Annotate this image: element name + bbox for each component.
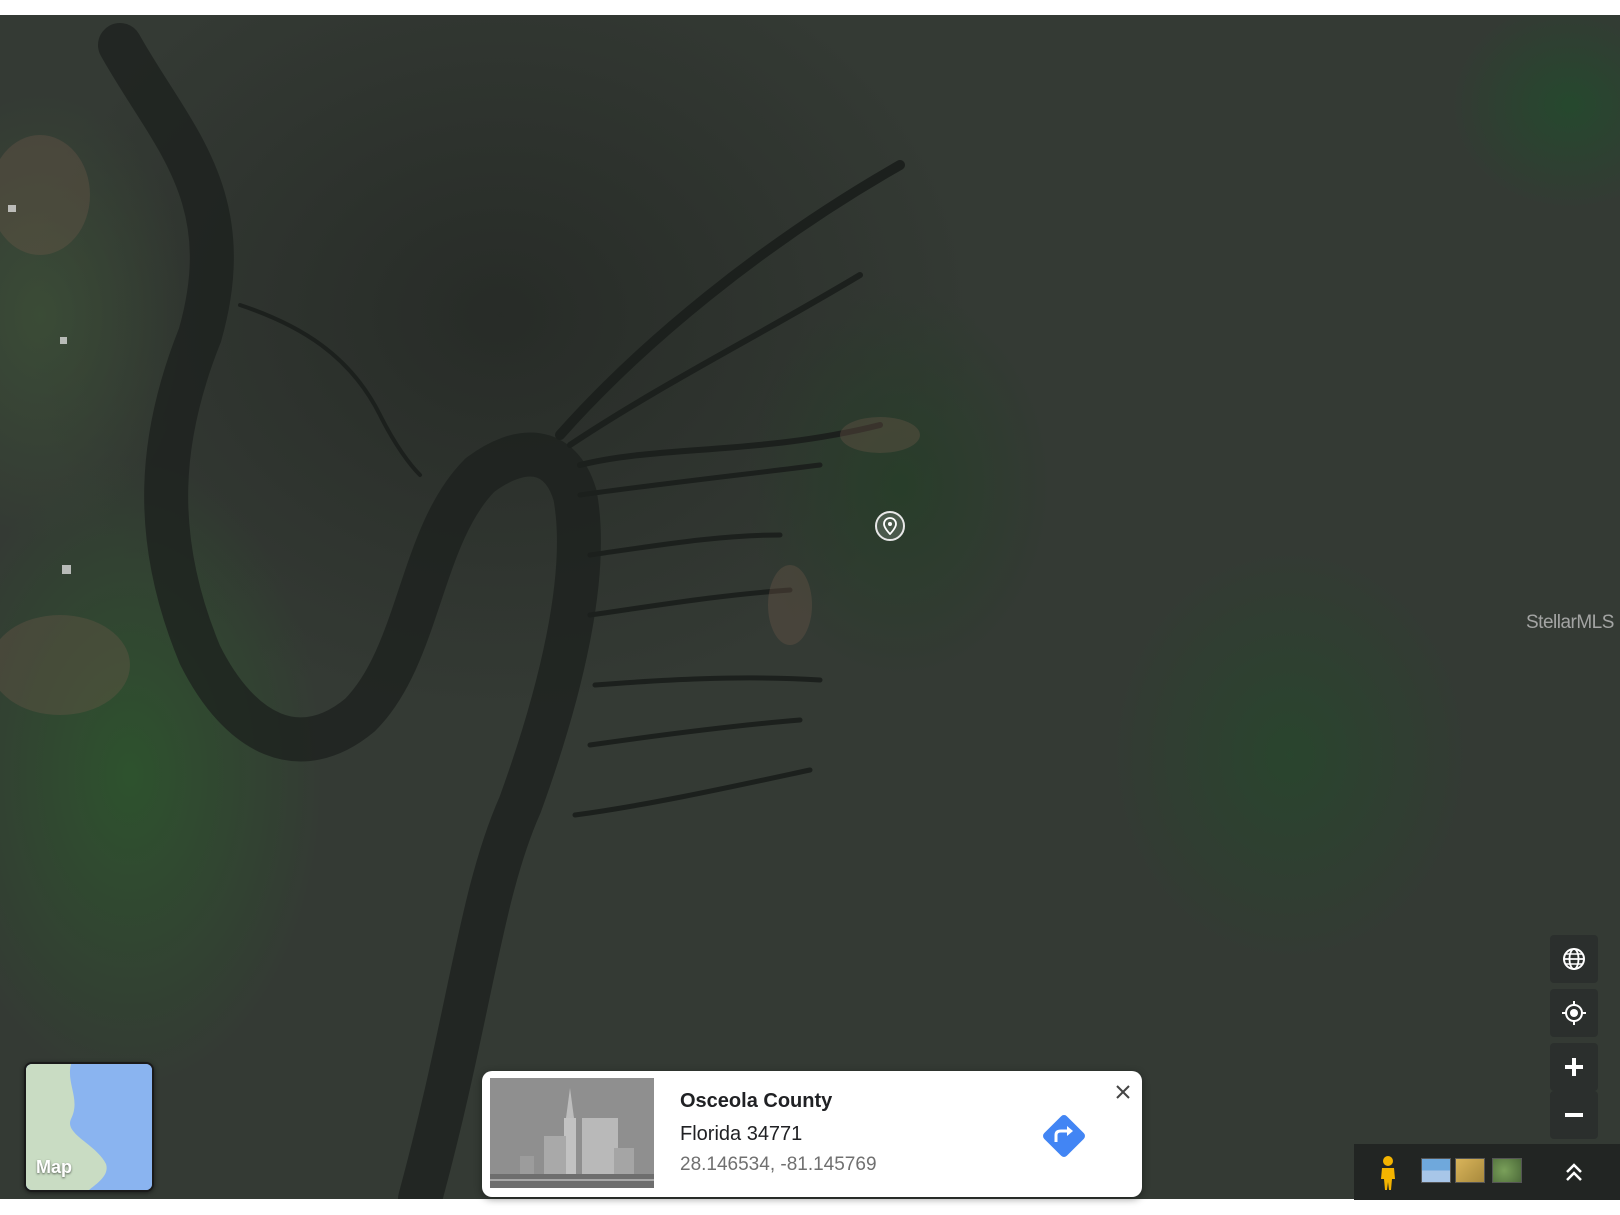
location-subtitle: Florida 34771 [680, 1123, 803, 1145]
pegman-icon[interactable] [1370, 1152, 1406, 1194]
expand-button[interactable] [1550, 1148, 1598, 1196]
terrain-texture [0, 23, 920, 1199]
my-location-icon [1562, 1001, 1586, 1025]
plus-icon [1565, 1058, 1583, 1076]
map-pin-icon[interactable] [875, 511, 905, 541]
zoom-in-button[interactable] [1550, 1043, 1598, 1091]
close-icon [1116, 1085, 1130, 1099]
chevron-up-double-icon [1566, 1163, 1582, 1181]
directions-icon [1043, 1115, 1085, 1157]
layer-thumbnail-3[interactable] [1492, 1158, 1522, 1183]
location-card: Osceola County Florida 34771 28.146534, … [482, 1071, 1142, 1197]
location-coordinates: 28.146534, -81.145769 [680, 1154, 877, 1175]
layer-thumbnail-2[interactable] [1455, 1158, 1485, 1183]
location-title: Osceola County [680, 1090, 833, 1112]
satellite-map[interactable]: StellarMLS [0, 15, 1620, 1199]
layer-thumbnail-1[interactable] [1421, 1158, 1451, 1183]
my-location-button[interactable] [1550, 989, 1598, 1037]
minus-icon [1565, 1113, 1583, 1117]
watermark: StellarMLS [1526, 612, 1614, 633]
close-button[interactable] [1112, 1081, 1134, 1103]
city-placeholder-image [490, 1078, 654, 1188]
zoom-out-button[interactable] [1550, 1091, 1598, 1139]
map-type-toggle[interactable]: Map [24, 1062, 154, 1192]
directions-button[interactable] [1038, 1110, 1090, 1162]
map-toggle-label: Map [36, 1157, 72, 1177]
globe-icon [1563, 948, 1585, 970]
globe-button[interactable] [1550, 935, 1598, 983]
